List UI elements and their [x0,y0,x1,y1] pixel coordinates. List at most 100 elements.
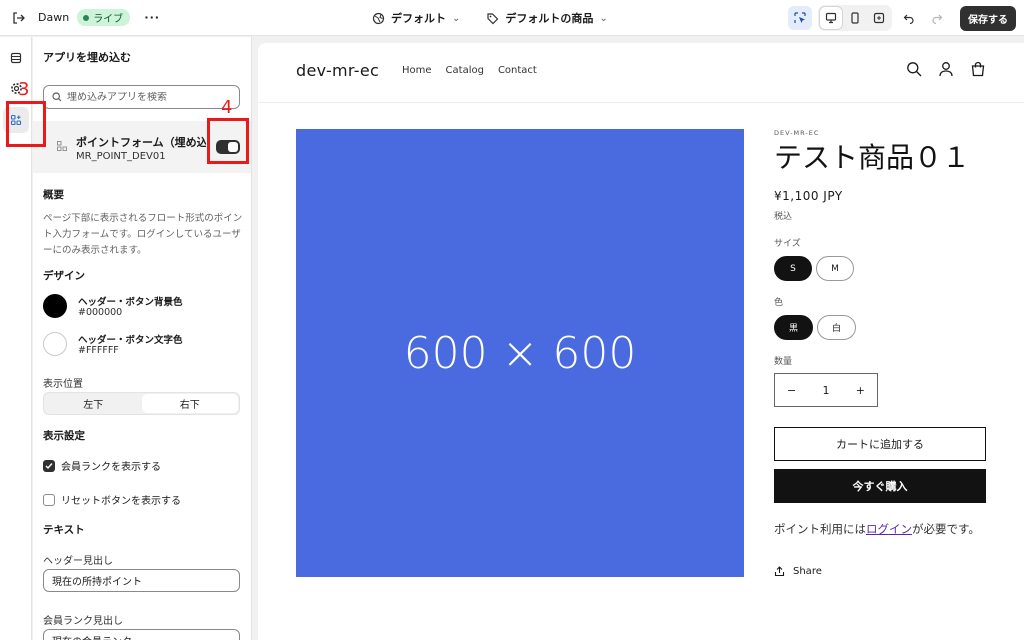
position-option-left[interactable]: 左下 [45,394,142,413]
color-option-black[interactable]: 黒 [774,315,814,340]
product-title: テスト商品０１ [774,141,971,174]
panel-title: アプリを埋め込む [43,51,131,64]
share-icon [774,566,785,577]
position-option-right[interactable]: 右下 [141,394,238,413]
color-options: 黒 白 [774,315,986,340]
template-select[interactable]: デフォルト ⌄ [366,6,466,30]
product-select[interactable]: デフォルトの商品 ⌄ [480,6,613,30]
save-button[interactable]: 保存する [960,5,1016,31]
desktop-view-button[interactable] [820,7,842,29]
redo-icon[interactable] [926,7,948,29]
callout-box-3 [6,101,46,147]
header-heading-field[interactable]: 現在の所持ポイント [43,569,240,592]
header-text-color-swatch[interactable] [43,332,67,356]
header-heading-label: ヘッダー見出し [43,556,113,567]
show-rank-checkbox[interactable] [43,459,55,472]
color-option-white[interactable]: 白 [817,315,857,340]
overview-heading: 概要 [43,189,64,201]
app-embed-handle: MR_POINT_DEV01 [76,151,166,162]
quantity-increase-button[interactable]: + [856,384,865,397]
app-embed-name: ポイントフォーム（埋め込... [76,136,206,149]
show-rank-checkbox-row[interactable]: 会員ランクを表示する [43,458,161,473]
nav-home[interactable]: Home [402,65,432,76]
color-label: 色 [774,298,784,308]
app-block-icon [57,141,67,151]
login-note: ポイント利用にはログインが必要です。 [774,519,986,540]
mobile-icon [851,12,859,24]
tag-icon [487,12,499,24]
share-button[interactable]: Share [774,566,986,577]
header-bg-color-value: #000000 [78,307,123,318]
sections-icon [10,52,22,64]
quantity-stepper: − 1 + [774,373,878,407]
size-label: サイズ [774,239,801,249]
callout-box-4 [207,118,249,164]
inspector-button[interactable] [788,6,812,30]
callout-number-4: 4 [221,97,233,118]
undo-icon[interactable] [898,7,920,29]
product-price: ¥1,100 JPY [774,189,843,203]
quantity-value[interactable]: 1 [823,384,830,397]
live-badge: ライブ [77,9,131,26]
checkmark-icon [45,462,53,469]
quantity-label: 数量 [774,357,793,367]
position-label: 表示位置 [43,379,83,390]
nav-catalog[interactable]: Catalog [446,65,484,76]
login-note-before: ポイント利用には [774,522,866,536]
desktop-icon [825,12,837,24]
rank-heading-field[interactable]: 現在の会員ランク [43,629,240,640]
show-reset-checkbox[interactable] [43,493,55,506]
store-nav: Home Catalog Contact [402,65,537,76]
product-image-placeholder[interactable]: 600 × 600 [296,129,744,577]
add-to-cart-button[interactable]: カートに追加する [774,427,986,461]
header-text-color-value: #FFFFFF [78,345,119,356]
show-rank-label: 会員ランクを表示する [61,462,161,473]
fullscreen-view-button[interactable] [868,7,890,29]
store-preview: dev-mr-ec Home Catalog Contact 600 × 600… [258,43,1024,640]
device-switcher [818,5,892,31]
share-label: Share [793,566,822,577]
live-dot-icon [83,14,90,21]
store-logo[interactable]: dev-mr-ec [296,61,379,80]
app-search-field[interactable] [43,85,240,109]
chevron-down-icon: ⌄ [452,12,461,24]
show-reset-label: リセットボタンを表示する [61,496,181,507]
nav-contact[interactable]: Contact [498,65,537,76]
rank-heading-label: 会員ランク見出し [43,616,123,627]
more-actions-icon[interactable]: ··· [140,6,164,30]
account-icon[interactable] [938,61,954,77]
globe-icon [372,12,385,24]
inspector-cursor-icon [794,12,806,23]
live-badge-label: ライブ [93,14,124,25]
chevron-down-icon: ⌄ [599,12,608,24]
cart-icon[interactable] [970,61,986,77]
quantity-decrease-button[interactable]: − [787,384,796,397]
login-note-after: が必要です。 [912,522,980,536]
app-search-input[interactable] [67,91,237,103]
header-text-color-label: ヘッダー・ボタン文字色 [78,335,183,346]
product-select-label: デフォルトの商品 [505,12,594,25]
search-icon[interactable] [906,61,922,77]
overview-text: ページ下部に表示されるフロート形式のポイント入力フォームです。ログインしているユ… [43,213,243,256]
mobile-view-button[interactable] [844,7,866,29]
exit-icon[interactable] [4,4,32,32]
buy-now-button[interactable]: 今すぐ購入 [774,469,986,503]
design-heading: デザイン [43,270,85,282]
header-bg-color-swatch[interactable] [43,294,67,318]
size-options: S M [774,256,986,281]
tax-note: 税込 [774,212,793,222]
show-reset-checkbox-row[interactable]: リセットボタンを表示する [43,492,181,507]
sections-rail-button[interactable] [3,45,29,71]
size-option-s[interactable]: S [774,256,812,281]
text-heading: テキスト [43,524,85,536]
size-option-m[interactable]: M [816,256,854,281]
position-segmented-control: 左下 右下 [43,392,240,415]
login-link[interactable]: ログイン [866,522,912,536]
template-select-label: デフォルト [391,12,446,25]
product-info: DEV-MR-EC テスト商品０１ ¥1,100 JPY 税込 サイズ S M … [774,129,986,577]
header-bg-color-label: ヘッダー・ボタン背景色 [78,297,183,308]
theme-name: Dawn [38,11,70,24]
fullscreen-icon [873,12,885,24]
callout-number-3: 3 [18,79,30,100]
store-header-icons [906,61,986,77]
